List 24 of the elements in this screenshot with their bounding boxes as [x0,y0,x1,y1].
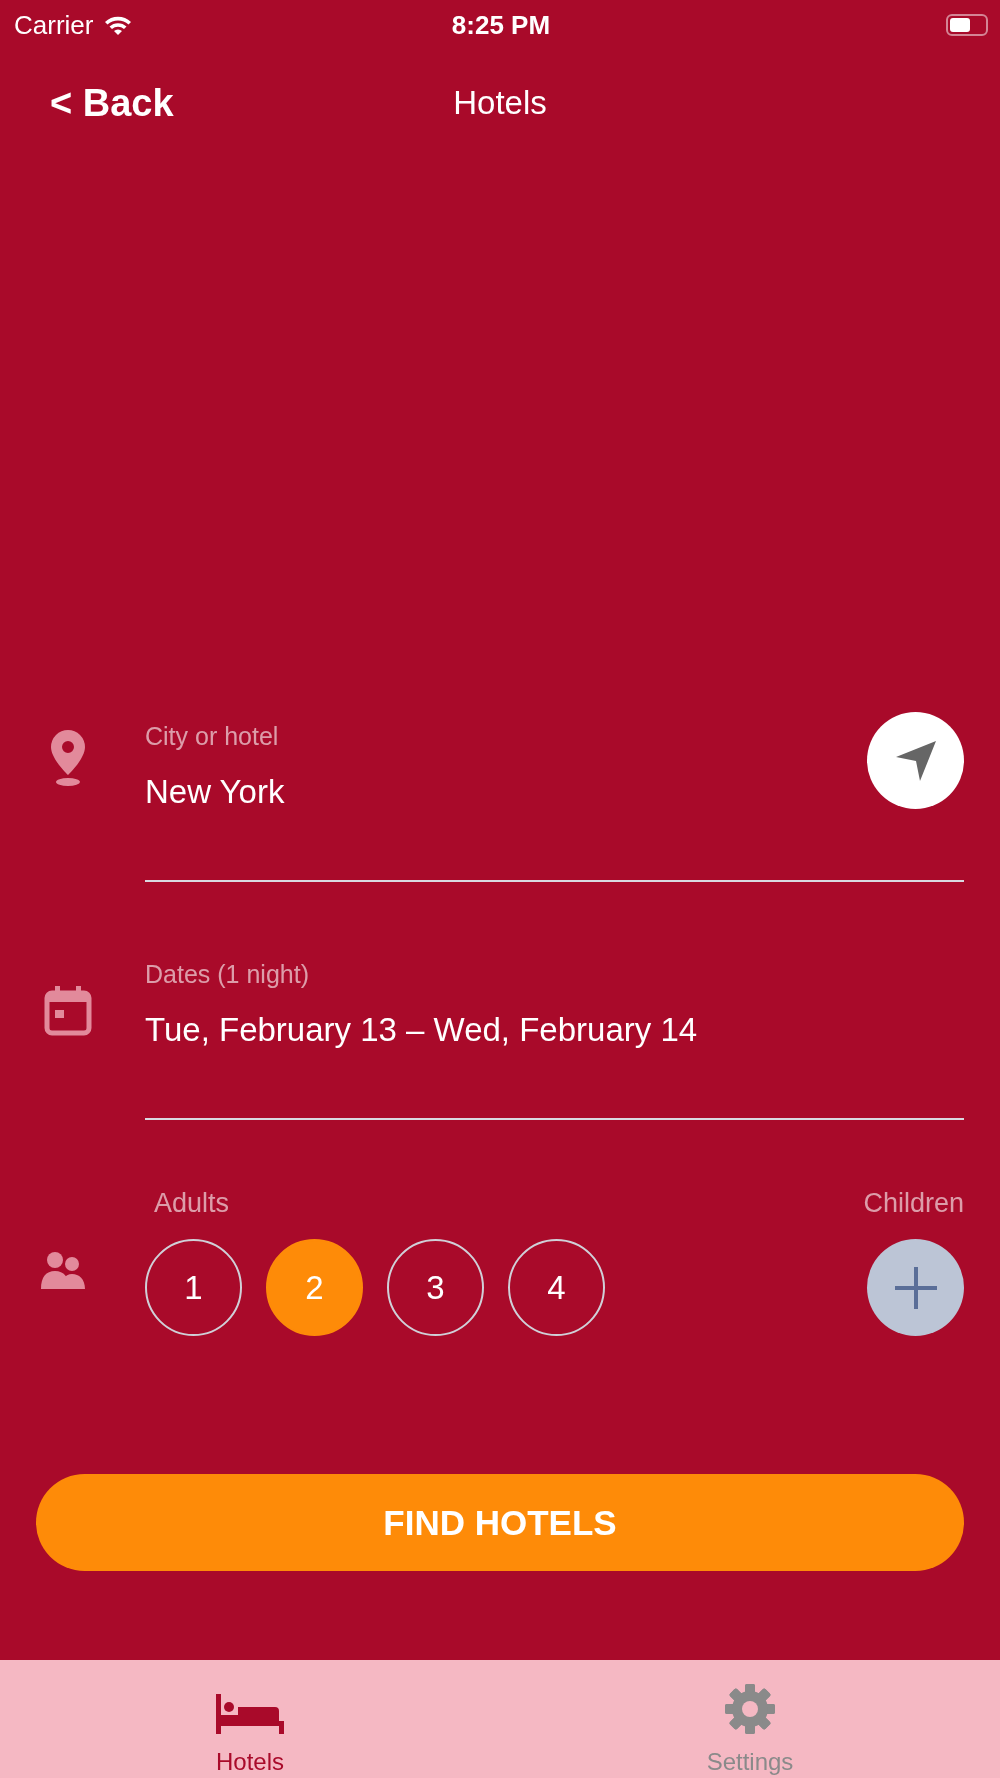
battery-icon [946,14,988,36]
location-field[interactable]: City or hotel New York [145,712,964,882]
field-label: Dates (1 night) [145,960,310,989]
adult-count-option[interactable]: 4 [508,1239,605,1336]
tab-bar-item[interactable]: Hotels [0,1660,500,1778]
field-value: Tue, February 13 – Wed, February 14 [145,1011,699,1049]
children-label: Children [863,1188,964,1219]
adults-label: Adults [154,1188,230,1219]
screen-title: Hotels [453,84,547,122]
plus-icon [894,1266,937,1309]
back-link[interactable]: < Back [50,81,174,124]
gear-icon [725,1684,775,1734]
calendar-icon [43,986,92,1036]
field-label: City or hotel [145,722,280,751]
adult-count-option[interactable]: 3 [387,1239,484,1336]
adult-count-option[interactable]: 1 [145,1239,242,1336]
dates-field[interactable]: Dates (1 night) Tue, February 13 – Wed, February 14 [145,950,964,1120]
field-value: New York [145,773,286,811]
carrier-name: Carrier [14,9,94,41]
bed-icon [216,1694,284,1734]
status-time: 8:25 PM [451,9,551,41]
location-pin-icon [50,730,85,786]
wifi-icon [103,14,134,36]
people-icon [40,1251,85,1291]
